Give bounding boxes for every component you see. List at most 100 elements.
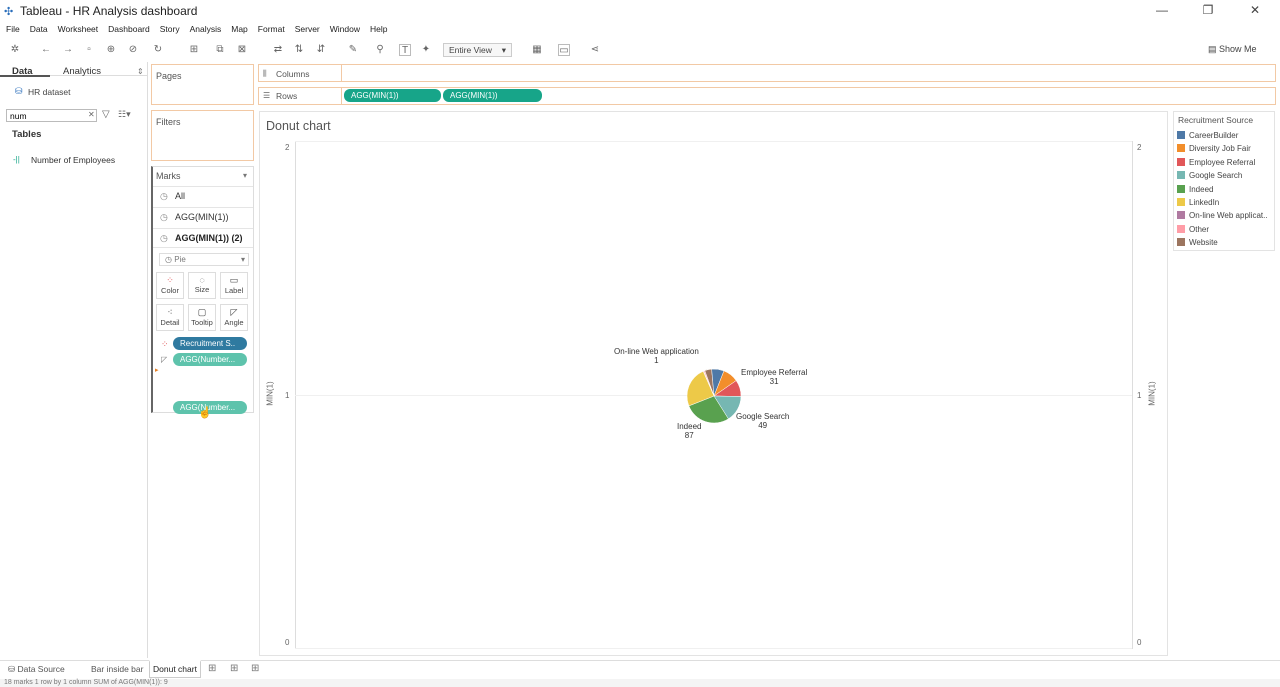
- color-pill[interactable]: Recruitment S..: [173, 337, 247, 350]
- legend-swatch: [1177, 184, 1185, 193]
- new-story-icon[interactable]: ⊞: [251, 663, 259, 674]
- color-button[interactable]: ⁘ Color: [156, 272, 184, 299]
- menu-worksheet[interactable]: Worksheet: [58, 22, 98, 36]
- highlight-icon[interactable]: ✎: [347, 44, 359, 56]
- new-worksheet-icon[interactable]: ⊞: [188, 44, 200, 56]
- new-sheet-icon[interactable]: ⊞: [208, 663, 216, 674]
- undo-icon[interactable]: ←: [40, 44, 52, 56]
- gridline-top: [295, 141, 1132, 142]
- mark-type-value: Pie: [174, 255, 186, 264]
- status-text: 18 marks 1 row by 1 column SUM of AGG(MI…: [4, 679, 168, 686]
- marks-all-row[interactable]: ◷ All: [153, 186, 253, 206]
- sort-asc-icon[interactable]: ⇅: [293, 44, 305, 56]
- pause-updates-icon[interactable]: ⊘: [127, 44, 139, 56]
- tab-data-source[interactable]: ⛁ Data Source: [5, 662, 68, 677]
- legend-item[interactable]: CareerBuilder: [1177, 131, 1238, 144]
- fit-dropdown[interactable]: Entire View ▾: [443, 43, 512, 57]
- restore-icon[interactable]: ❐: [1198, 3, 1218, 19]
- new-datasource-icon[interactable]: ⊕: [105, 44, 117, 56]
- size-button[interactable]: ◌ Size: [188, 272, 216, 299]
- legend-item[interactable]: LinkedIn: [1177, 198, 1219, 211]
- share-icon[interactable]: ⋖: [589, 44, 601, 56]
- view-options-icon[interactable]: ☷▾: [118, 109, 131, 120]
- pie-icon: ◷: [165, 255, 175, 264]
- group-icon[interactable]: ⚲: [374, 44, 386, 56]
- clear-sheet-icon[interactable]: ⊠: [236, 44, 248, 56]
- show-me-button[interactable]: ▤ Show Me: [1208, 44, 1257, 55]
- tab-bar-inside-bar[interactable]: Bar inside bar: [88, 662, 146, 676]
- tooltip-button[interactable]: ▢ Tooltip: [188, 304, 216, 331]
- pie-chart[interactable]: [686, 368, 742, 424]
- sort-desc-icon[interactable]: ⇵: [315, 44, 327, 56]
- tab-data[interactable]: Data: [12, 66, 33, 77]
- rows-label: Rows: [276, 91, 298, 101]
- menu-data[interactable]: Data: [30, 22, 48, 36]
- legend-item[interactable]: On-line Web applicat..: [1177, 211, 1268, 224]
- redo-icon[interactable]: →: [62, 44, 74, 56]
- pages-card[interactable]: Pages: [151, 64, 254, 105]
- detail-label: Detail: [160, 318, 180, 327]
- label-indeed-name: Indeed: [677, 422, 702, 431]
- shelf-divider: [341, 64, 342, 82]
- pane-menu-icon[interactable]: ⇕: [137, 67, 144, 76]
- legend-item[interactable]: Employee Referral: [1177, 157, 1255, 171]
- clear-search-icon[interactable]: ✕: [88, 110, 95, 119]
- refresh-icon[interactable]: ↻: [152, 44, 164, 56]
- duplicate-sheet-icon[interactable]: ⧉: [214, 44, 226, 56]
- mark-type-select[interactable]: ◷ Pie ▾: [159, 253, 249, 266]
- right-axis-title: MIN(1): [1147, 381, 1157, 406]
- legend-item[interactable]: Google Search: [1177, 171, 1242, 184]
- legend-label: LinkedIn: [1189, 198, 1220, 207]
- cards-icon[interactable]: ▦: [531, 44, 543, 56]
- marks-m1-row[interactable]: ◷ AGG(MIN(1)): [153, 207, 253, 227]
- filter-icon[interactable]: ▽: [102, 109, 110, 120]
- save-icon[interactable]: ▫: [83, 44, 95, 56]
- marks-m2-row[interactable]: ◷ AGG(MIN(1)) (2): [153, 228, 253, 248]
- menu-window[interactable]: Window: [330, 22, 360, 36]
- labels-icon[interactable]: T: [399, 44, 411, 56]
- legend-item[interactable]: Other: [1177, 224, 1209, 238]
- color-icon: ⁘: [166, 275, 174, 285]
- legend-swatch: [1177, 224, 1185, 233]
- presentation-icon[interactable]: ▭: [558, 44, 570, 56]
- new-dashboard-icon[interactable]: ⊞: [230, 663, 238, 674]
- tableau-home-icon[interactable]: ✲: [9, 44, 21, 56]
- menu-server[interactable]: Server: [295, 22, 320, 36]
- legend-item[interactable]: Website: [1177, 238, 1218, 251]
- swap-icon[interactable]: ⇄: [272, 44, 284, 56]
- gridline-bottom: [295, 648, 1132, 649]
- menu-map[interactable]: Map: [231, 22, 248, 36]
- pin-icon[interactable]: ✦: [420, 44, 432, 56]
- row-pill-2[interactable]: AGG(MIN(1)): [443, 89, 542, 102]
- chevron-down-icon: ▾: [501, 45, 506, 55]
- detail-button[interactable]: ⁖ Detail: [156, 304, 184, 331]
- menu-analysis[interactable]: Analysis: [190, 22, 222, 36]
- minimize-icon[interactable]: —: [1152, 3, 1172, 19]
- datasource-name[interactable]: HR dataset: [28, 87, 71, 97]
- field-number-of-employees[interactable]: Number of Employees: [31, 155, 115, 165]
- tab-analytics[interactable]: Analytics: [63, 66, 101, 77]
- field-search-input[interactable]: [6, 109, 97, 122]
- legend-swatch: [1177, 198, 1185, 206]
- filters-card[interactable]: Filters: [151, 110, 254, 161]
- menu-help[interactable]: Help: [370, 22, 387, 36]
- label-button[interactable]: ▭ Label: [220, 272, 248, 299]
- close-icon[interactable]: ✕: [1245, 3, 1265, 19]
- right-axis-line: [1132, 141, 1133, 649]
- label-google-name: Google Search: [736, 412, 790, 421]
- tab-donut-chart[interactable]: Donut chart: [149, 660, 201, 678]
- legend-item[interactable]: Diversity Job Fair: [1177, 144, 1251, 157]
- tooltip-icon: ▢: [197, 307, 207, 317]
- angle-button[interactable]: ◸ Angle: [220, 304, 248, 331]
- columns-shelf[interactable]: [258, 64, 1276, 82]
- marks-menu-icon[interactable]: ▾: [243, 171, 247, 180]
- menu-story[interactable]: Story: [160, 22, 180, 36]
- filters-title: Filters: [156, 117, 181, 127]
- label-referral: Employee Referral 31: [741, 368, 807, 386]
- angle-pill[interactable]: AGG(Number...: [173, 353, 247, 366]
- row-pill-1[interactable]: AGG(MIN(1)): [344, 89, 441, 102]
- legend-item[interactable]: Indeed: [1177, 184, 1213, 198]
- menu-dashboard[interactable]: Dashboard: [108, 22, 150, 36]
- menu-file[interactable]: File: [6, 22, 20, 36]
- menu-format[interactable]: Format: [258, 22, 285, 36]
